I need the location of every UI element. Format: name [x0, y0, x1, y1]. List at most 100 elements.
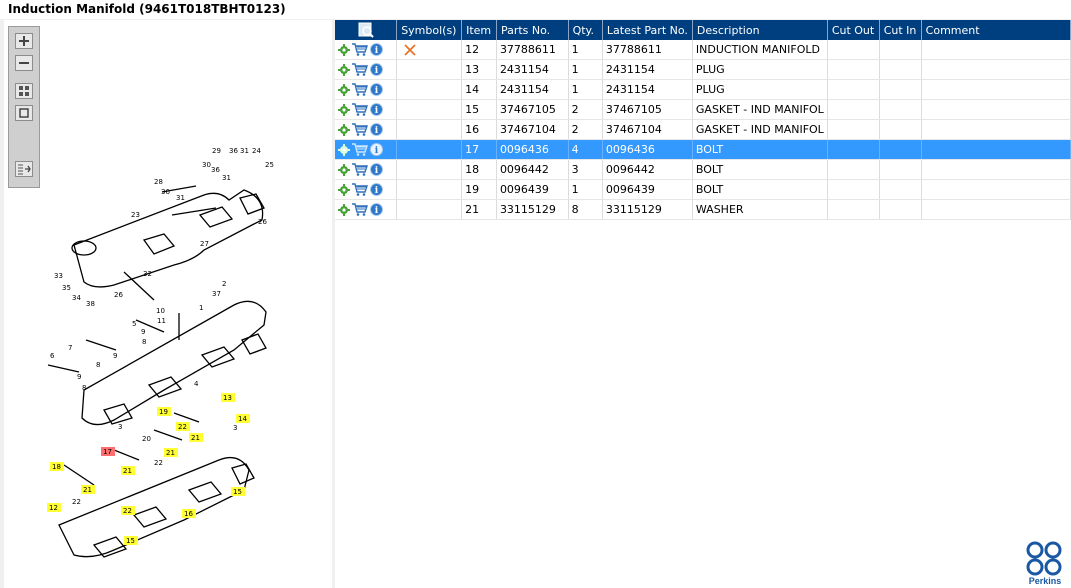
column-header-symbols[interactable]: Symbol(s) [396, 20, 463, 40]
callout-label[interactable]: 6 [50, 352, 55, 360]
column-header-qty[interactable]: Qty. [568, 20, 603, 40]
callout-label[interactable]: 38 [86, 300, 95, 308]
callout-label-highlighted[interactable]: 21 [166, 449, 175, 457]
info-icon[interactable]: i [370, 63, 383, 77]
info-icon[interactable]: i [370, 143, 383, 157]
info-icon[interactable]: i [370, 163, 383, 177]
info-icon[interactable]: i [370, 183, 383, 197]
table-row[interactable]: i 18 0096442 3 0096442 BOLT [335, 159, 1071, 180]
shopping-cart-icon[interactable] [352, 143, 368, 157]
callout-label[interactable]: 8 [142, 338, 146, 346]
callout-label[interactable]: 36 [211, 166, 220, 174]
callout-label[interactable]: 22 [72, 498, 81, 506]
info-icon[interactable]: i [370, 83, 383, 97]
actual-size-button[interactable] [15, 105, 33, 121]
callout-label[interactable]: 33 [54, 272, 63, 280]
column-header-cut-out[interactable]: Cut Out [827, 20, 880, 40]
column-header-latest-part-no[interactable]: Latest Part No. [602, 20, 693, 40]
callout-label-highlighted[interactable]: 22 [178, 423, 187, 431]
settings-gear-icon[interactable] [338, 143, 350, 156]
callout-label[interactable]: 9 [113, 352, 117, 360]
shopping-cart-icon[interactable] [352, 123, 368, 137]
callout-label[interactable]: 28 [154, 178, 163, 186]
callout-label[interactable]: 5 [132, 320, 136, 328]
callout-label-highlighted[interactable]: 13 [223, 394, 232, 402]
callout-label[interactable]: 36 [229, 147, 238, 155]
callout-label[interactable]: 26 [258, 218, 267, 226]
callout-label[interactable]: 9 [141, 328, 145, 336]
callout-label[interactable]: 7 [68, 344, 72, 352]
shopping-cart-icon[interactable] [352, 63, 368, 77]
callout-label[interactable]: 34 [72, 294, 81, 302]
callout-label[interactable]: 24 [252, 147, 261, 155]
shopping-cart-icon[interactable] [352, 103, 368, 117]
column-header-item[interactable]: Item [461, 20, 497, 40]
settings-gear-icon[interactable] [338, 63, 350, 76]
callout-label[interactable]: 30 [202, 161, 211, 169]
column-header-cut-in[interactable]: Cut In [879, 20, 922, 40]
callout-label[interactable]: 11 [157, 317, 166, 325]
settings-gear-icon[interactable] [338, 183, 350, 196]
callout-label[interactable]: 3 [118, 423, 122, 431]
callout-label[interactable]: 27 [200, 240, 209, 248]
callout-label-highlighted[interactable]: 22 [123, 507, 132, 515]
callout-label-highlighted[interactable]: 15 [233, 488, 242, 496]
callout-label[interactable]: 2 [222, 280, 226, 288]
callout-label[interactable]: 3 [233, 424, 237, 432]
callout-label[interactable]: 31 [222, 174, 231, 182]
table-row[interactable]: i 21 33115129 8 33115129 WASHER [335, 199, 1071, 220]
shopping-cart-icon[interactable] [352, 203, 368, 217]
table-row[interactable]: i 14 2431154 1 2431154 PLUG [335, 79, 1071, 100]
shopping-cart-icon[interactable] [352, 83, 368, 97]
callout-label[interactable]: 9 [77, 373, 81, 381]
callout-label[interactable]: 31 [176, 194, 185, 202]
table-row[interactable]: i 17 0096436 4 0096436 BOLT [335, 139, 1071, 160]
callout-label[interactable]: 20 [142, 435, 151, 443]
callout-label[interactable]: 8 [96, 361, 100, 369]
table-row[interactable]: i 19 0096439 1 0096439 BOLT [335, 179, 1071, 200]
callout-label-highlighted[interactable]: 14 [238, 415, 247, 423]
column-header-parts-no[interactable]: Parts No. [496, 20, 569, 40]
table-row[interactable]: i 15 37467105 2 37467105 GASKET - IND MA… [335, 99, 1071, 120]
settings-gear-icon[interactable] [338, 163, 350, 176]
settings-gear-icon[interactable] [338, 203, 350, 216]
settings-gear-icon[interactable] [338, 123, 350, 136]
callout-label[interactable]: 37 [212, 290, 221, 298]
callout-label-highlighted[interactable]: 12 [49, 504, 58, 512]
diagram-panel[interactable]: 29 36 31 24 30 36 31 25 28 36 31 26 23 27 33 35 34 38 26 32… [4, 20, 332, 588]
callout-label[interactable]: 8 [82, 384, 86, 392]
shopping-cart-icon[interactable] [352, 43, 368, 57]
callout-label[interactable]: 1 [199, 304, 203, 312]
callout-label[interactable]: 25 [265, 161, 274, 169]
settings-gear-icon[interactable] [338, 103, 350, 116]
callout-label-highlighted[interactable]: 21 [123, 467, 132, 475]
callout-label-selected[interactable]: 17 [103, 448, 112, 456]
zoom-out-button[interactable] [15, 55, 33, 71]
fit-page-button[interactable] [15, 83, 33, 99]
callout-label-highlighted[interactable]: 21 [191, 434, 200, 442]
shopping-cart-icon[interactable] [352, 163, 368, 177]
callout-label[interactable]: 32 [143, 270, 152, 278]
column-header-description[interactable]: Description [692, 20, 828, 40]
callout-label[interactable]: 35 [62, 284, 71, 292]
column-header-comment[interactable]: Comment [921, 20, 1071, 40]
info-icon[interactable]: i [370, 203, 383, 217]
callout-label-highlighted[interactable]: 16 [184, 510, 193, 518]
shopping-cart-icon[interactable] [352, 183, 368, 197]
settings-gear-icon[interactable] [338, 83, 350, 96]
settings-gear-icon[interactable] [338, 43, 350, 56]
callout-label[interactable]: 22 [154, 459, 163, 467]
info-icon[interactable]: i [370, 123, 383, 137]
callout-label[interactable]: 10 [156, 307, 165, 315]
callout-label-highlighted[interactable]: 18 [52, 463, 61, 471]
info-icon[interactable]: i [370, 103, 383, 117]
table-row[interactable]: i 12 37788611 1 37788611 INDUCTION MANIF… [335, 40, 1071, 60]
table-row[interactable]: i 13 2431154 1 2431154 PLUG [335, 59, 1071, 80]
table-row[interactable]: i 16 37467104 2 37467104 GASKET - IND MA… [335, 119, 1071, 140]
callout-label[interactable]: 26 [114, 291, 123, 299]
column-header-actions[interactable] [335, 20, 398, 40]
callout-label-highlighted[interactable]: 15 [126, 537, 135, 545]
callout-label[interactable]: 4 [194, 380, 199, 388]
callout-label-highlighted[interactable]: 21 [83, 486, 92, 494]
zoom-in-button[interactable] [15, 33, 33, 49]
